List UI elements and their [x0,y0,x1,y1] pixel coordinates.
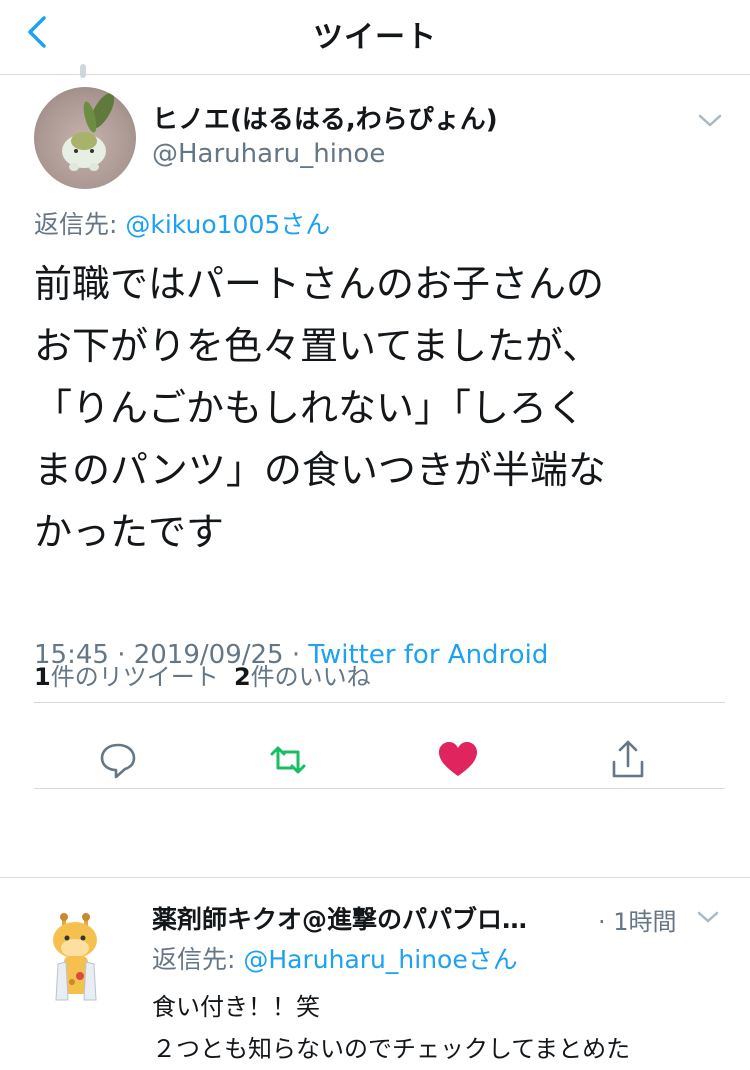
reply-to-label: 返信先: [152,945,244,974]
like-count-label: 件のいいね [250,663,371,691]
page-title: ツイート [313,20,437,55]
comment-icon [100,743,136,779]
retweet-icon [270,746,306,774]
avatar[interactable] [34,87,136,189]
divider [34,702,725,703]
heart-icon [439,742,477,776]
chevron-down-icon [698,114,722,127]
tweet-separator [0,877,750,878]
like-button[interactable] [434,736,482,784]
reply-timestamp: · 1時間 [598,908,677,936]
tweet-text: 前職ではパートさんのお子さんの お下がりを色々置いてましたが、 「りんごかもしれ… [34,262,606,554]
reply-to-line: 返信先: @kikuo1005さん [34,205,330,241]
engagement-stats: 1件のリツイート 2件のいいね [34,657,371,692]
divider [34,788,725,789]
more-options-button[interactable] [692,105,728,135]
retweet-count: 1 [34,663,51,691]
reply-text: 食い付き！！笑 ２つとも知らないのでチェックしてまとめた [152,993,631,1063]
reply-to-mention[interactable]: @kikuo1005さん [125,210,330,239]
reply-to-mention[interactable]: @Haruharu_hinoeさん [243,945,517,974]
like-count-link[interactable]: 2件のいいね [234,663,371,691]
retweet-count-link[interactable]: 1件のリツイート [34,663,219,691]
share-button[interactable] [604,736,652,784]
reply-user-name[interactable]: 薬剤師キクオ@進撃のパパブロ… [152,900,592,936]
reply-button[interactable] [94,736,142,784]
avatar-image [62,93,115,171]
user-handle[interactable]: @Haruharu_hinoe [152,139,385,169]
thread-connector [80,64,86,78]
reply-more-options-button[interactable] [692,904,724,930]
giraffe-avatar-image [53,913,97,1001]
reply-to-label: 返信先: [34,210,126,239]
chevron-down-icon [697,911,719,923]
user-name[interactable]: ヒノエ(はるはる,わらぴょん) [152,99,498,136]
like-count: 2 [233,663,251,691]
reply-to-line: 返信先: @Haruharu_hinoeさん [152,940,518,976]
retweet-count-label: 件のリツイート [50,663,219,691]
retweet-button[interactable] [264,736,312,784]
reply-avatar[interactable] [44,912,116,1008]
top-bar: ツイート [0,0,750,75]
share-icon [612,740,644,778]
